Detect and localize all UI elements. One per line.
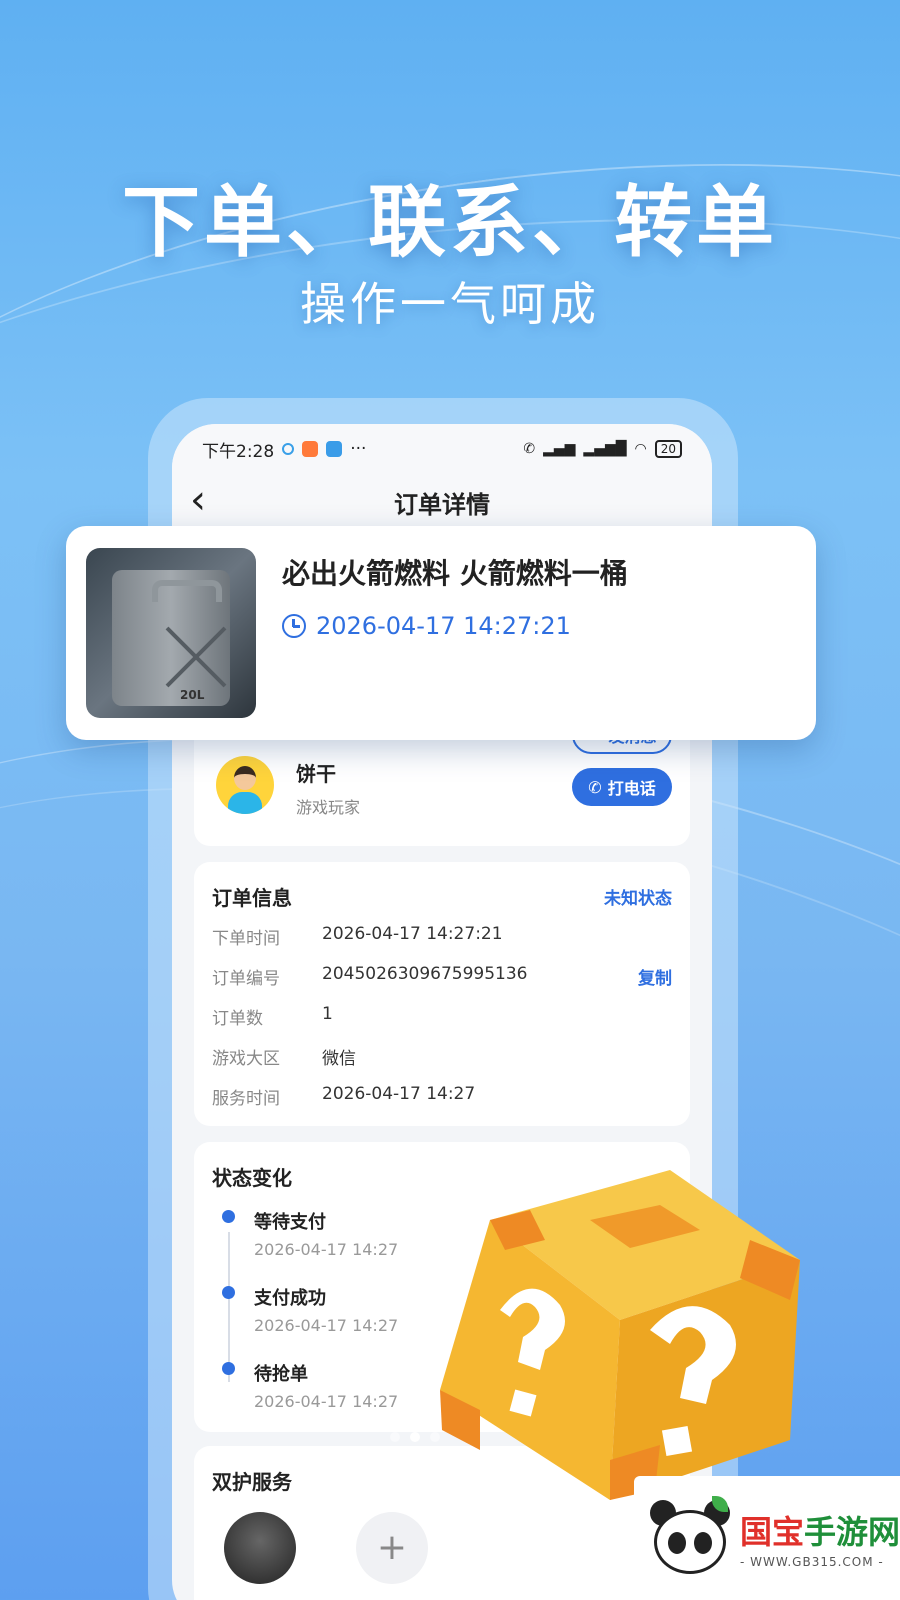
product-time: 2026-04-17 14:27:21 [282,612,571,640]
info-value: 2026-04-17 14:27:21 [322,924,503,944]
watermark-logo: 国宝手游网 - WWW.GB315.COM - [634,1476,900,1600]
status-change-title: 状态变化 [212,1166,292,1190]
call-label: 打电话 [607,779,656,798]
order-info-title: 订单信息 [212,886,292,910]
mystery-box-icon [440,1170,800,1500]
signal-icon: ▂▄▆ [543,441,576,457]
back-arrow-icon[interactable]: ‹ [190,480,206,520]
product-card[interactable]: 20L 必出火箭燃料 火箭燃料一桶 2026-04-17 14:27:21 [66,526,816,740]
info-row-order-time: 下单时间 2026-04-17 14:27:21 [212,924,672,954]
signal-hd-icon: ▂▄▆█ [583,441,627,457]
copy-button[interactable]: 复制 [638,964,672,989]
contact-name: 饼干 [296,762,336,786]
order-status[interactable]: 未知状态 [604,884,672,909]
info-label: 服务时间 [212,1089,280,1109]
product-title: 必出火箭燃料 火箭燃料一桶 [282,557,628,590]
guard-service-title: 双护服务 [212,1470,292,1494]
page-title: 订单详情 [394,490,490,519]
info-value: 微信 [322,1049,356,1069]
info-value: 2045026309675995136 [322,964,528,984]
product-image: 20L [86,548,256,718]
more-notifications: ··· [350,439,367,459]
guard-avatar[interactable] [224,1512,296,1584]
watermark-name: 国宝手游网 [740,1507,900,1553]
info-row-order-number: 订单编号 2045026309675995136 复制 [212,964,672,994]
contact-card: 饼干 游戏玩家 ▭ 发消息 ✆ 打电话 [194,716,690,846]
clock-icon [282,614,306,638]
sync-icon [282,443,295,455]
timeline-label: 待抢单 [254,1364,308,1385]
wallet-notification-icon [326,441,343,457]
add-guard-button[interactable]: + [356,1512,428,1584]
carousel-dot[interactable] [390,1432,400,1442]
timeline-dot [222,1210,235,1223]
call-forward-icon: ✆ [523,441,536,457]
timeline-time: 2026-04-17 14:27 [254,1392,399,1411]
app-notification-icon [302,441,319,457]
wifi-icon: ◠ [634,441,647,457]
watermark-url: - WWW.GB315.COM - [739,1555,884,1569]
call-button[interactable]: ✆ 打电话 [572,768,672,806]
info-row-service-time: 服务时间 2026-04-17 14:27 [212,1084,672,1114]
question-dot-right [661,1425,693,1457]
info-label: 游戏大区 [212,1049,280,1069]
fuel-can-icon: 20L [112,570,230,706]
order-info-card: 订单信息 未知状态 下单时间 2026-04-17 14:27:21 订单编号 … [194,862,690,1126]
carousel-dot-active[interactable] [410,1432,420,1442]
battery-icon: 20 [654,440,682,458]
phone-icon: ✆ [588,777,602,797]
timeline-label: 等待支付 [254,1212,326,1233]
nav-bar: ‹ 订单详情 [172,474,712,530]
hero-subtitle: 操作一气呵成 [300,277,600,331]
timeline-time: 2026-04-17 14:27 [254,1240,399,1259]
info-row-order-count: 订单数 1 [212,1004,672,1034]
info-label: 订单编号 [212,969,280,989]
status-bar: 下午2:28 ··· ✆ ▂▄▆ ▂▄▆█ ◠ 20 [172,424,712,474]
watermark-name-red: 国宝 [739,1513,804,1551]
panda-logo-icon [648,1496,732,1580]
timeline-dot [222,1286,235,1299]
timeline-dot [222,1362,235,1375]
info-row-game-region: 游戏大区 微信 [212,1044,672,1074]
info-label: 下单时间 [212,929,280,949]
info-value: 1 [322,1004,333,1024]
avatar[interactable] [216,756,274,814]
info-label: 订单数 [212,1009,263,1029]
timeline-time: 2026-04-17 14:27 [254,1316,399,1335]
status-time: 下午2:28 [202,441,275,462]
can-label: 20L [180,688,205,702]
info-value: 2026-04-17 14:27 [322,1084,476,1104]
product-time-value: 2026-04-17 14:27:21 [316,612,571,640]
timeline-label: 支付成功 [254,1288,326,1309]
contact-role: 游戏玩家 [296,798,361,817]
hero-title: 下单、联系、转单 [121,178,778,268]
watermark-name-green: 手游网 [804,1513,900,1551]
